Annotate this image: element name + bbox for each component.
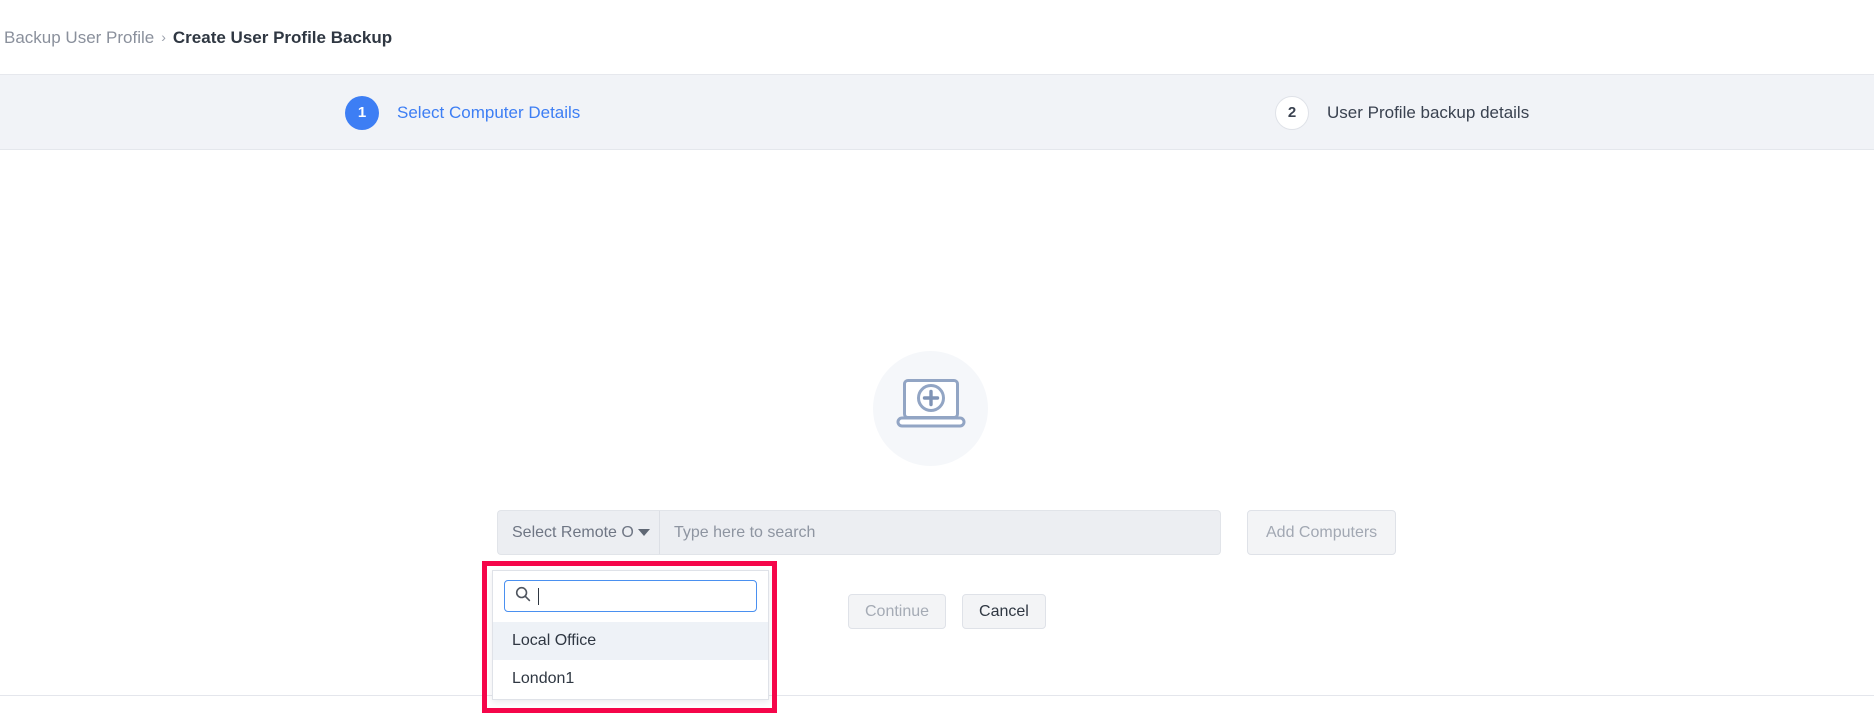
breadcrumb-current-page: Create User Profile Backup — [172, 27, 393, 47]
step-1-label: Select Computer Details — [397, 102, 581, 122]
remote-office-select-value: Select Remote O... — [512, 523, 634, 541]
bottom-divider — [0, 695, 1874, 696]
laptop-add-illustration — [873, 351, 988, 466]
dropdown-search-wrapper — [493, 580, 768, 622]
computer-search-input[interactable]: Type here to search — [660, 510, 1221, 555]
chevron-down-icon — [638, 529, 650, 536]
dropdown-option-local-office[interactable]: Local Office — [493, 622, 768, 660]
dropdown-search-input[interactable] — [504, 580, 757, 612]
main-content: Select Remote O... Type here to search A… — [0, 150, 1874, 713]
form-actions: Continue Cancel — [848, 594, 1046, 629]
remote-office-select[interactable]: Select Remote O... — [497, 510, 660, 555]
remote-office-select-wrapper: Select Remote O... — [497, 510, 660, 555]
stepper-band: 1 Select Computer Details 2 User Profile… — [0, 75, 1874, 150]
remote-office-dropdown-panel: Local Office London1 — [492, 570, 769, 700]
text-cursor — [538, 587, 539, 605]
computer-search-row: Select Remote O... Type here to search — [497, 510, 1221, 555]
breadcrumb-bar: Backup User Profile › Create User Profil… — [0, 0, 1874, 75]
breadcrumb-separator-icon: › — [161, 29, 166, 45]
search-icon — [515, 586, 531, 607]
step-user-profile-backup-details[interactable]: 2 User Profile backup details — [1275, 75, 1529, 150]
step-1-number-badge: 1 — [345, 95, 379, 130]
add-computers-button[interactable]: Add Computers — [1247, 510, 1397, 555]
breadcrumb: Backup User Profile › Create User Profil… — [4, 29, 392, 46]
step-select-computer-details[interactable]: 1 Select Computer Details — [345, 75, 580, 150]
laptop-add-icon — [894, 376, 968, 441]
computer-search-placeholder: Type here to search — [674, 523, 816, 541]
remote-office-option-list: Local Office London1 — [493, 622, 768, 699]
step-2-label: User Profile backup details — [1327, 102, 1530, 122]
step-2-number-badge: 2 — [1275, 95, 1309, 130]
dropdown-option-london1[interactable]: London1 — [493, 660, 768, 698]
cancel-button[interactable]: Cancel — [962, 594, 1046, 629]
breadcrumb-parent-link[interactable]: Backup User Profile — [4, 29, 154, 46]
continue-button[interactable]: Continue — [848, 594, 947, 629]
